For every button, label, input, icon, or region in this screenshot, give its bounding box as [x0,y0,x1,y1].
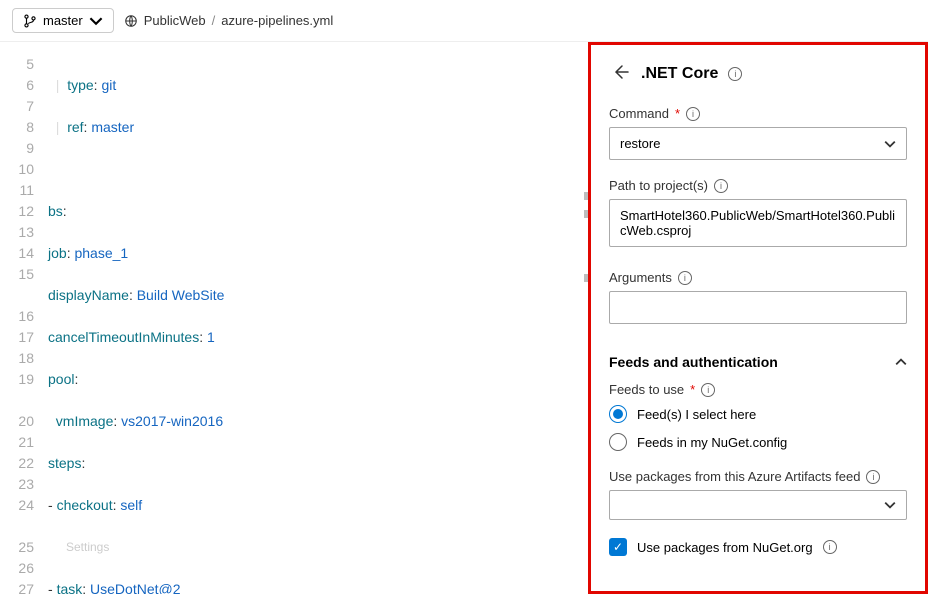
nuget-org-checkbox[interactable]: ✓ [609,538,627,556]
info-icon[interactable]: i [701,383,715,397]
nuget-org-label: Use packages from NuGet.org [637,540,813,555]
info-icon[interactable]: i [728,67,742,81]
radio-label: Feeds in my NuGet.config [637,435,787,450]
info-icon[interactable]: i [686,107,700,121]
radio-feeds-select-here[interactable]: Feed(s) I select here [609,405,907,423]
command-value: restore [620,136,660,151]
breadcrumb-separator: / [212,13,216,28]
breadcrumb-file: azure-pipelines.yml [221,13,333,28]
info-icon[interactable]: i [678,271,692,285]
path-input[interactable] [609,199,907,247]
required-mark: * [690,382,695,397]
arrow-left-icon [611,63,629,81]
chevron-down-icon [884,499,896,511]
minimap-mark [584,192,588,200]
branch-name: master [43,13,83,28]
radio-feeds-nuget-config[interactable]: Feeds in my NuGet.config [609,433,907,451]
feeds-section-toggle[interactable]: Feeds and authentication [609,342,907,382]
code-editor[interactable]: 5678910111213141516171819202122232425262… [0,42,588,594]
feeds-section-label: Feeds and authentication [609,354,778,370]
branch-selector[interactable]: master [12,8,114,33]
info-icon[interactable]: i [866,470,880,484]
chevron-up-icon [895,356,907,368]
feeds-use-label: Feeds to use [609,382,684,397]
command-label: Command [609,106,669,121]
code-lens[interactable]: Settings [48,537,588,558]
radio-label: Feed(s) I select here [637,407,756,422]
path-label: Path to project(s) [609,178,708,193]
command-select[interactable]: restore [609,127,907,160]
git-branch-icon [23,14,37,28]
arguments-input[interactable] [609,291,907,324]
repo-icon [124,14,138,28]
code-content: | type: git | ref: master bs: job: phase… [48,54,588,594]
editor-toolbar: master PublicWeb / azure-pipelines.yml [0,0,928,42]
artifacts-feed-select[interactable] [609,490,907,520]
required-mark: * [675,106,680,121]
artifacts-feed-label: Use packages from this Azure Artifacts f… [609,469,860,484]
info-icon[interactable]: i [823,540,837,554]
chevron-down-icon [884,138,896,150]
chevron-down-icon [89,14,103,28]
breadcrumb-folder[interactable]: PublicWeb [144,13,206,28]
task-assistant-panel: .NET Core i Command * i restore Path to … [588,42,928,594]
breadcrumb: PublicWeb / azure-pipelines.yml [124,13,334,28]
panel-title: .NET Core [641,65,718,83]
info-icon[interactable]: i [714,179,728,193]
line-gutter: 5678910111213141516171819202122232425262… [0,54,48,594]
minimap-mark [584,274,588,282]
back-button[interactable] [609,61,631,86]
minimap-mark [584,210,588,218]
arguments-label: Arguments [609,270,672,285]
